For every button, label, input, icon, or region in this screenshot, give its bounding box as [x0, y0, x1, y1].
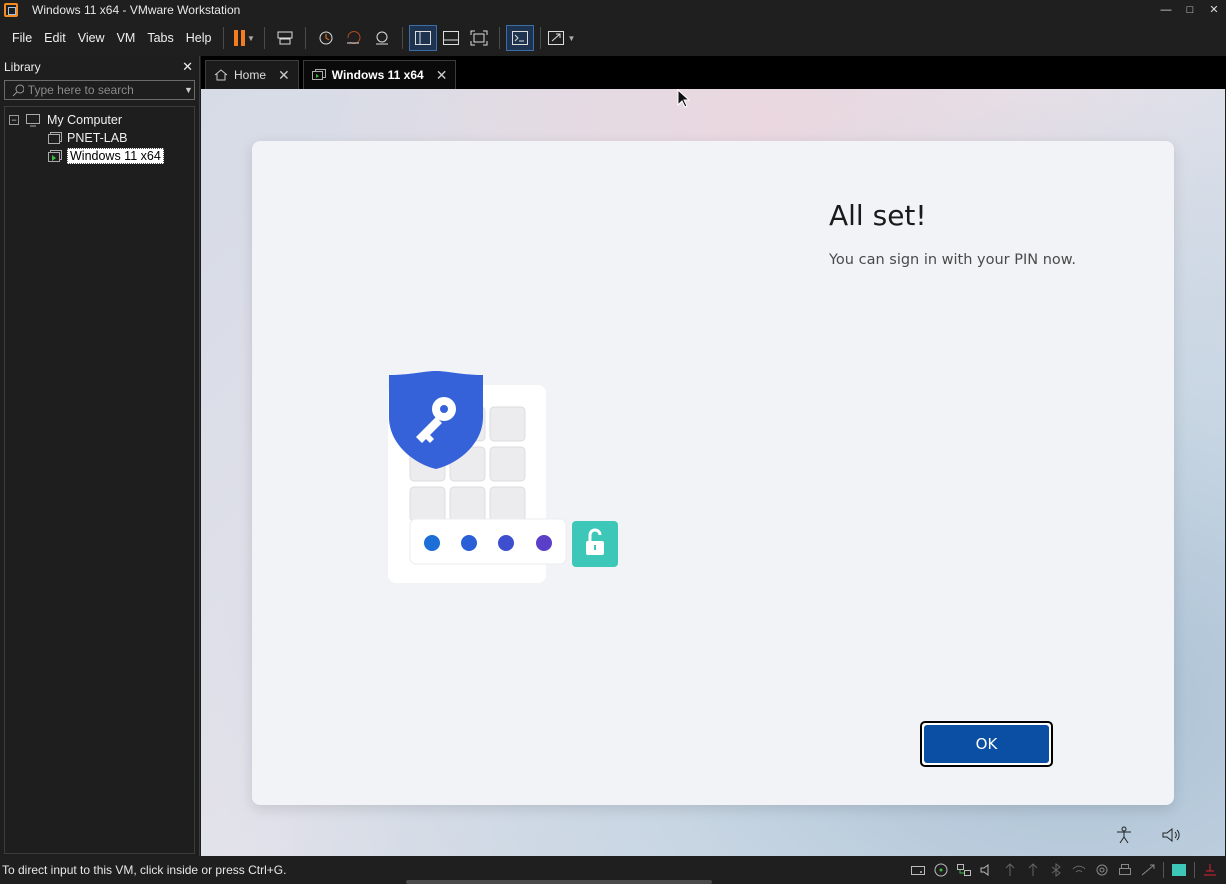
maximize-icon[interactable]: □ — [1178, 0, 1202, 20]
mouse-cursor-icon — [677, 89, 691, 108]
snapshot-manager-icon — [376, 31, 389, 45]
usb-device-icon[interactable] — [1025, 863, 1041, 877]
cd-dvd-icon[interactable] — [933, 863, 949, 877]
ok-button[interactable]: OK — [920, 721, 1053, 767]
oobe-corner-controls — [1115, 826, 1181, 844]
stretch-guest-button[interactable]: ▼ — [547, 25, 575, 51]
toolbar-separator — [305, 27, 307, 49]
title-bar: Windows 11 x64 - VMware Workstation — □ … — [0, 0, 1226, 20]
window-controls: — □ ✕ — [1154, 0, 1226, 20]
menu-bar: File Edit View VM Tabs Help ▼ ▼ — [0, 20, 1226, 56]
vm-console[interactable]: All set! You can sign in with your PIN n… — [201, 89, 1225, 856]
thumbnail-bar-button[interactable] — [437, 25, 465, 51]
close-icon[interactable]: ✕ — [436, 67, 448, 84]
console-view-button[interactable] — [506, 25, 535, 51]
search-icon — [12, 84, 24, 97]
snapshot-manager-button[interactable] — [368, 25, 396, 51]
tree-item-pnet-lab[interactable]: PNET-LAB — [5, 129, 194, 147]
tree-item-label: My Computer — [47, 113, 123, 127]
pause-button[interactable]: ▼ — [230, 25, 258, 51]
library-header: Library ✕ — [0, 56, 199, 78]
menu-vm[interactable]: VM — [111, 31, 142, 45]
send-ctrl-alt-del-button[interactable] — [271, 25, 299, 51]
device-icons — [910, 862, 1226, 878]
library-tree: − My Computer PNET-LAB Windows 11 x64 — [4, 106, 195, 854]
tree-item-my-computer[interactable]: − My Computer — [5, 111, 194, 129]
pause-icon — [233, 30, 245, 46]
collapse-icon[interactable]: − — [9, 115, 19, 125]
revert-snapshot-button[interactable] — [340, 25, 368, 51]
send-ctrl-alt-del-icon — [277, 31, 293, 45]
menu-tabs[interactable]: Tabs — [141, 31, 179, 45]
tree-item-windows-11[interactable]: Windows 11 x64 — [5, 147, 194, 165]
vm-icon — [48, 132, 62, 144]
thumbnail-bar-icon — [443, 31, 460, 45]
computer-icon — [26, 114, 40, 127]
status-separator — [1163, 862, 1164, 878]
status-separator — [1194, 862, 1195, 878]
take-snapshot-button[interactable] — [312, 25, 340, 51]
horizontal-scrollbar[interactable] — [406, 880, 712, 884]
minimize-icon[interactable]: — — [1154, 0, 1178, 20]
toolbar-separator — [540, 27, 542, 49]
chevron-down-icon[interactable]: ▼ — [247, 34, 255, 43]
oobe-title: All set! — [829, 199, 927, 232]
volume-icon[interactable] — [1161, 826, 1181, 844]
vm-running-icon — [48, 150, 62, 162]
input-grab-icon[interactable] — [1202, 863, 1218, 877]
camera-icon[interactable] — [1094, 863, 1110, 877]
console-view-icon — [512, 31, 529, 45]
menu-edit[interactable]: Edit — [38, 31, 72, 45]
close-icon[interactable]: ✕ — [1202, 0, 1226, 20]
bluetooth-icon[interactable] — [1048, 863, 1064, 877]
chevron-down-icon[interactable]: ▼ — [183, 85, 194, 95]
stretch-guest-icon — [548, 31, 565, 45]
menu-view[interactable]: View — [72, 31, 111, 45]
menu-file[interactable]: File — [6, 31, 38, 45]
library-title: Library — [4, 60, 41, 74]
sound-card-icon[interactable] — [979, 863, 995, 877]
library-view-button[interactable] — [409, 25, 438, 51]
oobe-dialog: All set! You can sign in with your PIN n… — [252, 141, 1174, 805]
snapshot-take-icon — [319, 31, 333, 45]
tree-item-label: PNET-LAB — [67, 131, 128, 145]
ok-button-label: OK — [924, 725, 1049, 763]
wireless-icon[interactable] — [1071, 863, 1087, 877]
accessibility-icon[interactable] — [1115, 826, 1133, 844]
toolbar-separator — [223, 27, 225, 49]
printer-icon[interactable] — [1117, 863, 1133, 877]
close-icon[interactable]: ✕ — [278, 67, 290, 84]
chevron-down-icon[interactable]: ▼ — [567, 34, 575, 43]
stretch-display-icon[interactable] — [1140, 863, 1156, 877]
tab-home[interactable]: Home ✕ — [205, 60, 299, 89]
full-screen-icon — [470, 30, 488, 46]
vm-running-icon — [311, 69, 326, 80]
toolbar-separator — [402, 27, 404, 49]
tab-windows-11[interactable]: Windows 11 x64 ✕ — [302, 60, 457, 89]
close-icon[interactable]: ✕ — [182, 59, 193, 75]
library-view-icon — [415, 31, 432, 45]
library-search: ▼ — [4, 80, 195, 100]
status-hint: To direct input to this VM, click inside… — [2, 863, 287, 877]
tree-item-label: Windows 11 x64 — [67, 148, 164, 164]
toolbar-separator — [264, 27, 266, 49]
tab-label: Windows 11 x64 — [331, 68, 424, 82]
snapshot-revert-icon — [347, 31, 361, 44]
tab-bar: Home ✕ Windows 11 x64 ✕ — [201, 56, 1226, 89]
network-adapter-icon[interactable] — [956, 863, 972, 877]
message-log-icon[interactable] — [1171, 863, 1187, 877]
vmware-logo-icon — [4, 3, 18, 17]
oobe-subtitle: You can sign in with your PIN now. — [829, 252, 1076, 268]
hard-disk-icon[interactable] — [910, 863, 926, 877]
menu-help[interactable]: Help — [180, 31, 218, 45]
full-screen-button[interactable] — [465, 25, 493, 51]
window-title: Windows 11 x64 - VMware Workstation — [32, 3, 241, 17]
usb-device-icon[interactable] — [1002, 863, 1018, 877]
tab-label: Home — [234, 68, 267, 82]
toolbar-separator — [499, 27, 501, 49]
home-icon — [214, 69, 228, 81]
pin-setup-illustration — [340, 371, 620, 591]
library-panel: Library ✕ ▼ − My Computer PNET-LAB Windo… — [0, 56, 200, 856]
search-input[interactable] — [23, 83, 183, 97]
